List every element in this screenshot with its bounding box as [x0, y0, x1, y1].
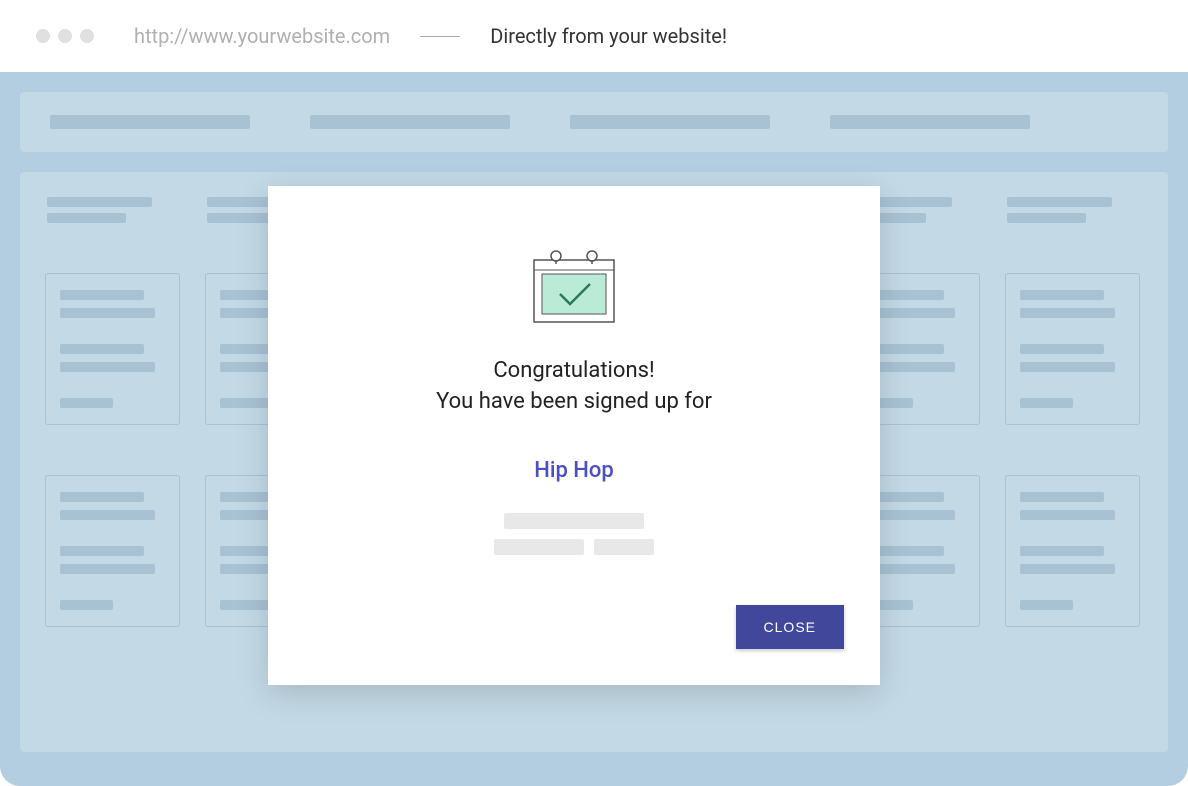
signed-up-course-name: Hip Hop	[534, 458, 614, 483]
class-card-placeholder	[1005, 273, 1140, 425]
window-dot-icon	[80, 29, 94, 43]
column-header-placeholder	[1005, 197, 1140, 223]
window-dot-icon	[58, 29, 72, 43]
column-header-placeholder	[45, 197, 180, 223]
divider-line	[420, 36, 460, 37]
window-controls	[36, 29, 94, 43]
nav-item-placeholder	[570, 115, 770, 129]
modal-heading-line2: You have been signed up for	[436, 387, 712, 418]
nav-item-placeholder	[310, 115, 510, 129]
class-card-placeholder	[45, 273, 180, 425]
detail-placeholder	[494, 539, 584, 555]
class-card-placeholder	[1005, 475, 1140, 627]
modal-heading-line1: Congratulations!	[436, 356, 712, 387]
close-button[interactable]: CLOSE	[736, 605, 844, 649]
address-bar-url: http://www.yourwebsite.com	[134, 24, 390, 48]
browser-chrome: http://www.yourwebsite.com Directly from…	[0, 0, 1188, 72]
window-dot-icon	[36, 29, 50, 43]
detail-placeholder	[504, 513, 644, 529]
nav-item-placeholder	[830, 115, 1030, 129]
confirmation-modal: Congratulations! You have been signed up…	[268, 186, 880, 685]
modal-heading: Congratulations! You have been signed up…	[436, 356, 712, 418]
modal-footer: CLOSE	[268, 585, 880, 685]
chrome-tagline: Directly from your website!	[490, 24, 727, 48]
nav-bar-placeholder	[20, 92, 1168, 152]
detail-placeholder	[594, 539, 654, 555]
page-background: Congratulations! You have been signed up…	[0, 72, 1188, 786]
calendar-check-icon	[528, 246, 620, 326]
class-card-placeholder	[45, 475, 180, 627]
nav-item-placeholder	[50, 115, 250, 129]
modal-body: Congratulations! You have been signed up…	[268, 186, 880, 585]
